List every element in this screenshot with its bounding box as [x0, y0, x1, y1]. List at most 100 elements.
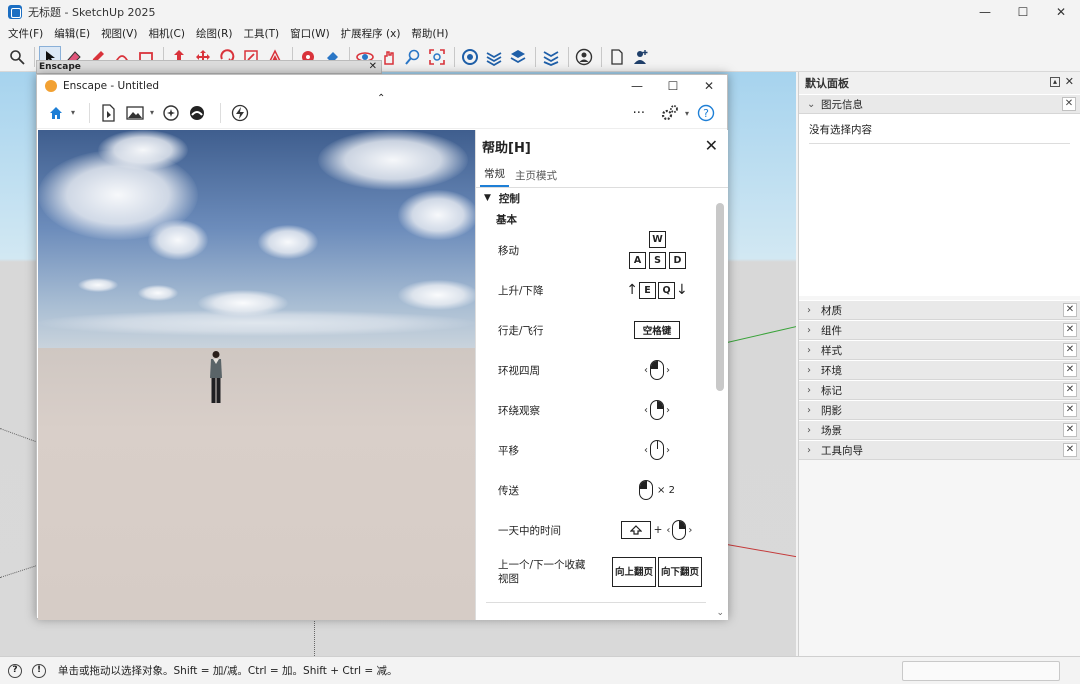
tray-title-text: 默认面板 [805, 77, 849, 90]
section-label: 环境 [821, 364, 842, 377]
help-row-orbit: 环绕观察 ‹ › [476, 390, 712, 430]
menu-extensions[interactable]: 扩展程序 (x) [341, 26, 401, 41]
help-row-label: 上升/下降 [498, 284, 544, 297]
section-instructor[interactable]: › 工具向导 ✕ [799, 440, 1080, 460]
user-icon[interactable] [573, 46, 595, 68]
collapse-caret-icon[interactable]: ⌃ [377, 93, 385, 104]
home-icon[interactable] [45, 102, 67, 124]
help-close-icon[interactable]: ✕ [705, 136, 718, 155]
key-space: 空格键 [633, 321, 681, 339]
help-row-move: 移动 W A S D [476, 230, 712, 270]
warehouse-icon[interactable] [459, 46, 481, 68]
pin-icon[interactable]: ▴ [1050, 77, 1060, 87]
section-components[interactable]: › 组件 ✕ [799, 320, 1080, 340]
enscape-maximize-button[interactable]: ☐ [655, 75, 691, 97]
controls-title: 控制 [498, 192, 520, 205]
enscape-toolbar-title[interactable]: Enscape ✕ [36, 60, 382, 74]
divider [486, 602, 706, 603]
scroll-down-icon[interactable]: ⌄ [716, 608, 724, 618]
entity-info-content: 没有选择内容 [809, 122, 1070, 144]
section-scenes[interactable]: › 场景 ✕ [799, 420, 1080, 440]
help-status-icon[interactable]: ? [8, 663, 22, 678]
zoom-icon[interactable] [402, 46, 424, 68]
panel-close-icon[interactable]: ✕ [1063, 363, 1077, 377]
zoom-extents-icon[interactable] [426, 46, 448, 68]
panel-close-icon[interactable]: ✕ [1063, 303, 1077, 317]
panel-close-icon[interactable]: ✕ [1063, 343, 1077, 357]
panel-close-icon[interactable]: ✕ [1063, 383, 1077, 397]
chevron-down-icon[interactable]: ▾ [150, 108, 154, 117]
maximize-button[interactable]: ☐ [1004, 0, 1042, 24]
menu-camera[interactable]: 相机(C) [148, 26, 185, 41]
minimize-button[interactable]: — [966, 0, 1004, 24]
section-tags[interactable]: › 标记 ✕ [799, 380, 1080, 400]
chevron-down-icon[interactable]: ▾ [71, 108, 75, 117]
settings-gears-icon[interactable] [659, 102, 681, 124]
sparkle-icon[interactable] [160, 102, 182, 124]
menu-draw[interactable]: 绘图(R) [196, 26, 233, 41]
svg-text:?: ? [703, 107, 709, 120]
enscape-render-view[interactable] [38, 130, 475, 620]
section-environment[interactable]: › 环境 ✕ [799, 360, 1080, 380]
help-row-pan: 平移 ‹ › [476, 430, 712, 470]
shift-key-icon [620, 521, 651, 539]
tab-general[interactable]: 常规 [480, 166, 509, 187]
help-row-timeofday: 一天中的时间 + ‹ › [476, 510, 712, 550]
panel-close-icon[interactable]: ✕ [1063, 403, 1077, 417]
chevron-down-icon[interactable]: ▾ [685, 109, 689, 118]
section-label: 场景 [821, 424, 842, 437]
section-styles[interactable]: › 样式 ✕ [799, 340, 1080, 360]
tray-section-list: › 材质 ✕ › 组件 ✕ › 样式 ✕ › 环境 ✕ › 标记 ✕ › 阴影 ✕ › 场景 ✕ › 工具向导… [799, 300, 1080, 460]
help-row-label: 移动 [498, 244, 519, 257]
person-figure [210, 351, 222, 403]
enscape-mini-title: Enscape [39, 62, 81, 72]
close-button[interactable]: ✕ [1042, 0, 1080, 24]
key-e: E [639, 281, 656, 299]
asset-icon[interactable] [98, 102, 120, 124]
menu-window[interactable]: 窗口(W) [290, 26, 330, 41]
tray-close-icon[interactable]: ✕ [1065, 75, 1074, 88]
menu-tools[interactable]: 工具(T) [243, 26, 279, 41]
stack-icon[interactable] [540, 46, 562, 68]
enscape-minimize-button[interactable]: — [619, 75, 655, 97]
tab-home-mode[interactable]: 主页模式 [511, 168, 561, 187]
controls-section-header[interactable]: ▼ 控制 [476, 188, 712, 208]
help-body: ▼ 控制 基本 移动 W A S D 上升/下降 ↑ E Q ↓ 行走/飞行 空… [476, 188, 712, 618]
measurements-box[interactable] [902, 661, 1060, 681]
sketchup-logo-icon [8, 5, 22, 19]
menu-help[interactable]: 帮助(H) [411, 26, 448, 41]
menu-file[interactable]: 文件(F) [8, 26, 43, 41]
key-page-down: 向下翻页 [658, 557, 702, 587]
document-icon[interactable] [606, 46, 628, 68]
magnifier-icon[interactable] [6, 46, 28, 68]
section-shadows[interactable]: › 阴影 ✕ [799, 400, 1080, 420]
triangle-down-icon: ▼ [484, 193, 491, 203]
image-icon[interactable] [124, 102, 146, 124]
panel-close-icon[interactable]: ✕ [1062, 97, 1076, 111]
section-materials[interactable]: › 材质 ✕ [799, 300, 1080, 320]
menu-view[interactable]: 视图(V) [101, 26, 137, 41]
arrow-down-icon: ↓ [676, 282, 688, 298]
panel-close-icon[interactable]: ✕ [1063, 323, 1077, 337]
layers-icon[interactable] [507, 46, 529, 68]
info-status-icon[interactable]: ! [32, 663, 46, 678]
enscape-close-button[interactable]: ✕ [691, 75, 727, 97]
enscape-toolbar: ▾ ▾ ··· ▾ ? ⌃ [37, 93, 727, 129]
close-icon[interactable]: ✕ [369, 61, 377, 72]
panel-close-icon[interactable]: ✕ [1063, 423, 1077, 437]
lightning-icon[interactable] [229, 102, 251, 124]
wasd-keys: W A S D [602, 230, 712, 270]
help-scrollbar-thumb[interactable] [716, 203, 724, 391]
add-user-icon[interactable] [630, 46, 652, 68]
key-q: Q [658, 281, 675, 299]
panel-close-icon[interactable]: ✕ [1063, 443, 1077, 457]
more-options-button[interactable]: ··· [633, 106, 645, 121]
help-panel: 帮助[H] ✕ 常规 主页模式 ▼ 控制 基本 移动 W A S D 上升/下降… [475, 130, 728, 620]
help-circle-icon[interactable]: ? [695, 102, 717, 124]
render-icon[interactable] [186, 102, 208, 124]
guide-line [0, 428, 38, 443]
menu-edit[interactable]: 编辑(E) [54, 26, 90, 41]
extension-icon[interactable] [483, 46, 505, 68]
section-label: 阴影 [821, 404, 842, 417]
entity-info-header[interactable]: ⌄ 图元信息 ✕ [799, 94, 1080, 114]
